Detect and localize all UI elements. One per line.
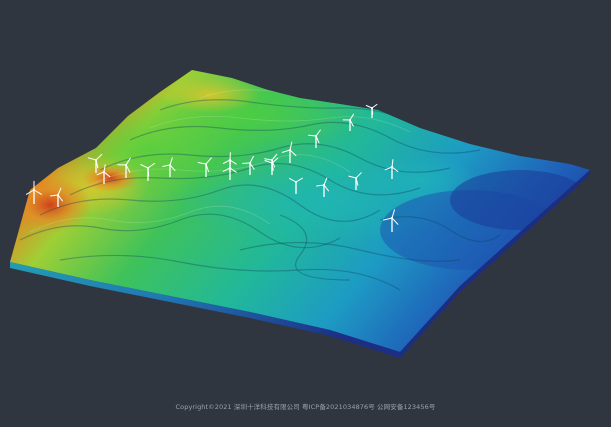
terrain-3d-viewport[interactable]: [0, 0, 611, 427]
footer-copyright: Copyright©2021 深圳十洋科技有限公司 粤ICP备202103487…: [175, 403, 436, 411]
terrain-surface: [10, 70, 590, 352]
